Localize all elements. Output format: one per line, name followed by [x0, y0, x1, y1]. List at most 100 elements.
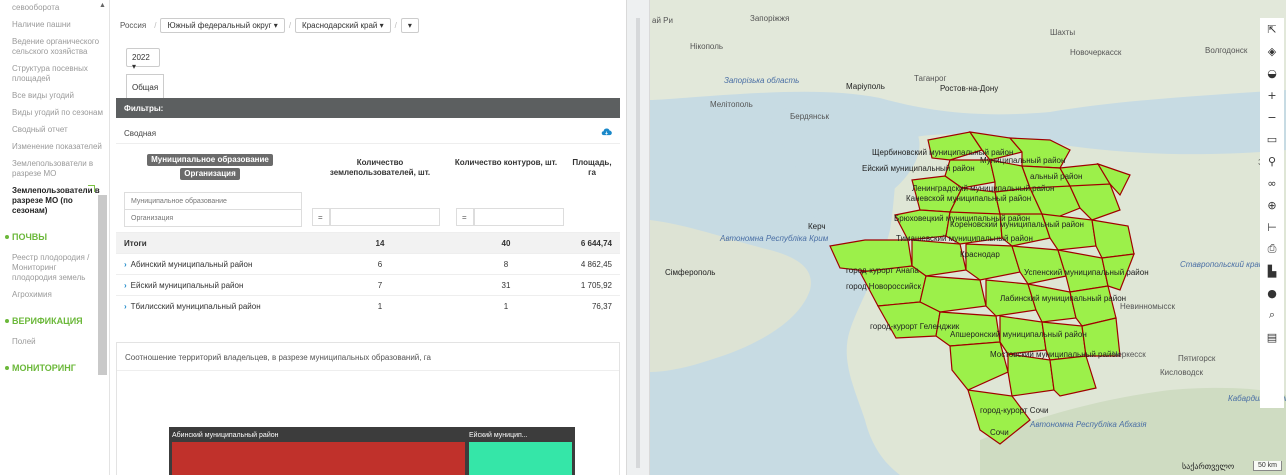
scroll-up-icon[interactable]: ▲ [99, 2, 106, 9]
totals-area: 6 644,74 [580, 239, 612, 248]
pin-icon[interactable]: ⚲ [1264, 154, 1280, 168]
row-name[interactable]: › Ейский муниципальный район [124, 281, 243, 290]
sidebar-item[interactable]: Землепользователи в разрезе МО (по сезон… [0, 183, 109, 220]
sidebar-item[interactable]: Агрохимия [0, 287, 109, 304]
sidebar-item[interactable]: севооборота [0, 0, 109, 17]
map-label-leningrad: Ленинградский муниципальный район [912, 184, 1055, 193]
marker-icon[interactable]: ● [1264, 286, 1280, 300]
sidebar-item[interactable]: Структура посевных площадей [0, 61, 109, 88]
map-label-timash: Тимашевский муниципальный район [896, 234, 1033, 243]
treemap-chart: Абинский муниципальный район Ейский муниц… [169, 427, 575, 475]
tab-general[interactable]: Общая [126, 74, 164, 98]
splitter-grip[interactable] [636, 18, 640, 468]
sidebar-item[interactable]: Землепользователи в разрезе МО [0, 156, 109, 183]
filter-users-input[interactable] [330, 208, 440, 226]
filters-bar[interactable]: Фильтры: [116, 98, 620, 118]
scrollbar-thumb[interactable] [98, 195, 107, 375]
filter-org-field[interactable]: Организация [124, 209, 302, 227]
select-tool-icon[interactable]: ⇱ [1264, 22, 1280, 36]
treemap-block[interactable] [172, 442, 465, 475]
breadcrumb: Россия / Южный федеральный округ ▾ / Кра… [116, 17, 419, 33]
map-label-taganrog: Таганрог [914, 74, 947, 83]
summary-header: Сводная [116, 122, 620, 144]
row-name[interactable]: › Тбилисский муниципальный район [124, 302, 261, 311]
column-header-area[interactable]: Площадь, га [568, 158, 616, 178]
filter-users-operator[interactable]: = [312, 208, 330, 226]
sidebar-item[interactable]: Ведение органического сельского хозяйств… [0, 34, 109, 61]
map-label-gelendzhik: город-курорт Геленджик [870, 322, 960, 331]
map-label-zaporozhye: Запоріжжя [750, 14, 790, 23]
map-label-cherkessk: Черкесск [1112, 350, 1146, 359]
print-icon[interactable]: ⎙ [1264, 242, 1280, 256]
sidebar-scrollbar[interactable]: ▲ [98, 0, 107, 475]
district-dropdown[interactable]: Южный федеральный округ ▾ [160, 17, 285, 33]
magnify-icon[interactable]: ⊕ [1264, 198, 1280, 212]
map-label-georgia: საქართველო [1182, 462, 1235, 471]
subregion-dropdown[interactable]: ▾ [400, 17, 419, 33]
measure-icon[interactable]: ⊢ [1264, 220, 1280, 234]
sidebar-item[interactable]: Виды угодий по сезонам [0, 105, 109, 122]
chart-icon[interactable]: ▙ [1264, 264, 1280, 278]
row-name-label: Тбилисский муниципальный район [130, 302, 261, 311]
breadcrumb-separator: / [288, 20, 292, 30]
district-polygon[interactable] [1007, 353, 1055, 397]
layers-icon[interactable]: ◈ [1264, 44, 1280, 58]
filter-contours-operator[interactable]: = [456, 208, 474, 226]
sidebar-item[interactable]: Все виды угодий [0, 88, 109, 105]
sidebar-section-monitoring[interactable]: МОНИТОРИНГ [0, 351, 109, 381]
binoculars-icon[interactable]: ∞ [1264, 176, 1280, 190]
panel-splitter[interactable] [626, 0, 650, 475]
sidebar-item[interactable]: Сводный отчет [0, 122, 109, 139]
district-polygon[interactable] [911, 239, 967, 277]
totals-contours: 40 [501, 239, 511, 248]
row-users: 1 [377, 302, 383, 311]
cloud-download-icon[interactable] [601, 128, 612, 136]
base-layer-icon[interactable]: ◒ [1264, 66, 1280, 80]
map-label-novoross: город Новороссийск [846, 282, 921, 291]
row-name-label: Абинский муниципальный район [130, 260, 253, 269]
sidebar-section-pochvy[interactable]: ПОЧВЫ [0, 220, 109, 250]
search-icon[interactable]: ⌕ [1264, 308, 1280, 322]
zoom-out-icon[interactable]: − [1264, 110, 1280, 124]
group-chip-org[interactable]: Организация [180, 168, 240, 180]
zoom-in-icon[interactable]: + [1264, 88, 1280, 102]
row-name[interactable]: › Абинский муниципальный район [124, 260, 252, 269]
row-users: 7 [377, 281, 383, 290]
expand-chevron-icon[interactable]: › [124, 260, 127, 269]
summary-title: Сводная [124, 129, 157, 138]
table-icon[interactable]: ▤ [1264, 330, 1280, 344]
column-header-users[interactable]: Количество землепользователей, шт. [320, 158, 440, 178]
group-header: Муниципальное образование Организация [140, 154, 280, 182]
sidebar-item[interactable]: Реестр плодородия / Мониторинг плодороди… [0, 250, 109, 287]
column-header-contours[interactable]: Количество контуров, шт. [446, 158, 566, 168]
map-view[interactable]: ай Ри Нікополь Запоріжжя Шахты Новочеркасск В… [650, 0, 1286, 475]
totals-label: Итоги [124, 239, 147, 248]
ruler-icon[interactable]: ▭ [1264, 132, 1280, 146]
sidebar-item[interactable]: Изменение показателей [0, 139, 109, 156]
map-label-pyatigorsk: Пятигорск [1178, 354, 1216, 363]
year-select-value: 2022 [132, 53, 150, 62]
filter-mo-field[interactable]: Муниципальное образование [124, 192, 302, 210]
sidebar-item[interactable]: Полей [0, 334, 109, 351]
sidebar-section-verification[interactable]: ВЕРИФИКАЦИЯ [0, 304, 109, 334]
treemap-block[interactable] [469, 442, 572, 475]
totals-row: Итоги 14 40 6 644,74 [116, 232, 620, 253]
group-chip-mo[interactable]: Муниципальное образование [147, 154, 273, 166]
table-row[interactable]: › Тбилисский муниципальный район 1 1 76,37 [116, 295, 620, 316]
region-dropdown[interactable]: Краснодарский край ▾ [295, 17, 391, 33]
year-select[interactable]: 2022 ▾ [126, 48, 160, 71]
map-label-kerch: Керч [808, 222, 826, 231]
table-row[interactable]: › Абинский муниципальный район 6 8 4 862,45 [116, 253, 620, 274]
map-scale: 50 km [1252, 461, 1282, 471]
expand-chevron-icon[interactable]: › [124, 281, 127, 290]
chevron-down-icon: ▾ [273, 20, 278, 30]
summary-table: Сводная Муниципальное образование Органи… [116, 122, 620, 311]
filter-contours-input[interactable] [474, 208, 564, 226]
expand-chevron-icon[interactable]: › [124, 302, 127, 311]
map-label-nikopol: Нікополь [690, 42, 724, 51]
breadcrumb-russia[interactable]: Россия [116, 19, 150, 32]
table-row[interactable]: › Ейский муниципальный район 7 31 1 705,92 [116, 274, 620, 295]
map-label-sochi_city: Сочи [990, 428, 1009, 437]
map-label-partial_left: ай Ри [652, 16, 673, 25]
sidebar-item[interactable]: Наличие пашни [0, 17, 109, 34]
